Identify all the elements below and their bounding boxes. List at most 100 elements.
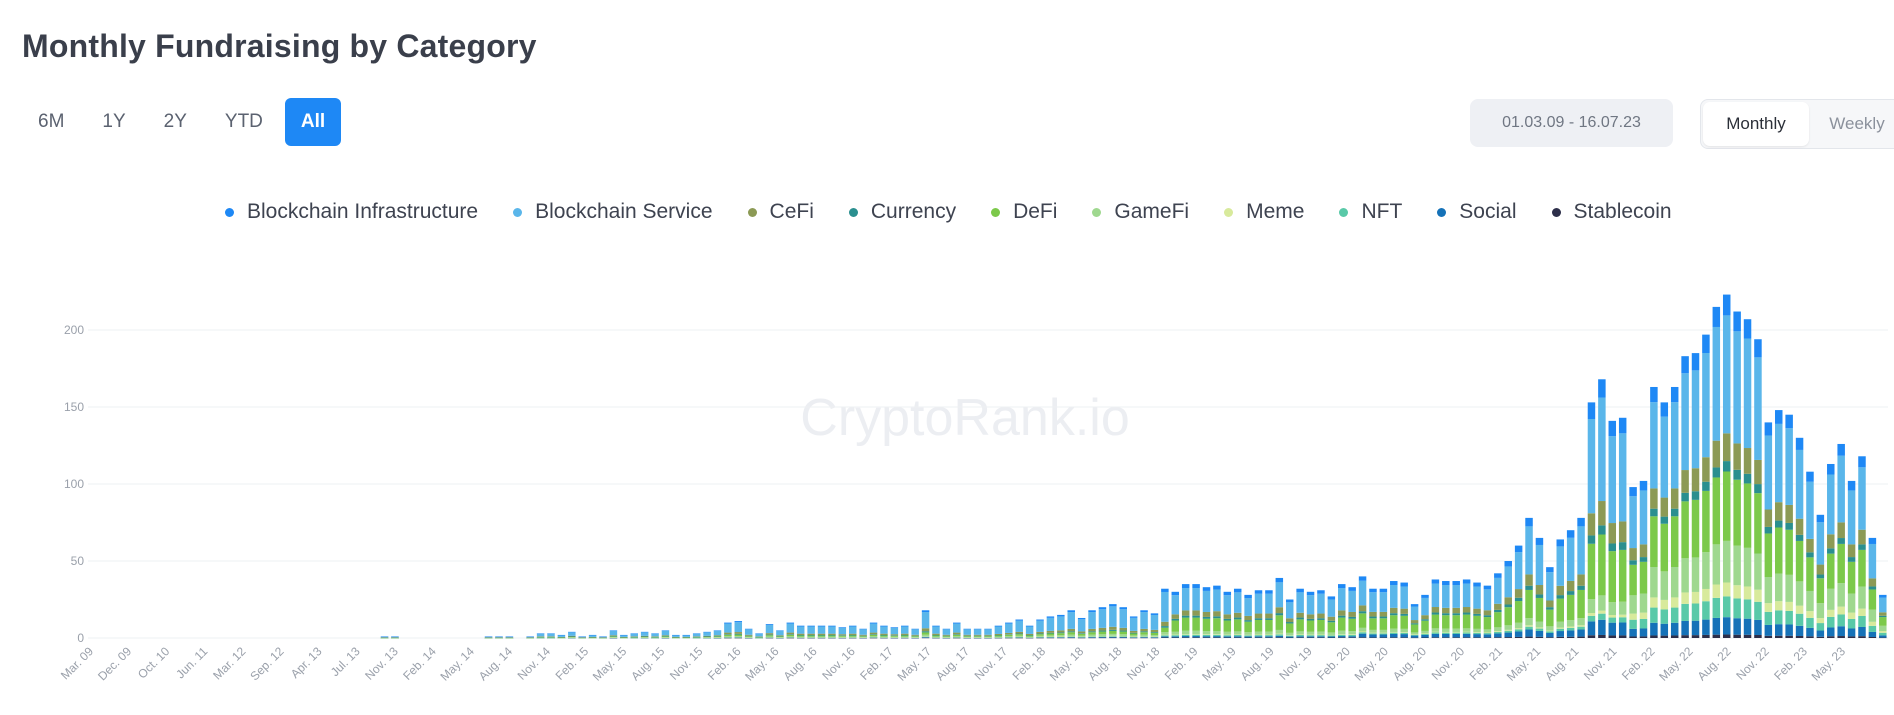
bar-stack[interactable] [817,625,826,639]
bar-stack[interactable] [869,622,878,639]
bar-stack[interactable] [1421,594,1429,638]
bar-stack[interactable] [1775,410,1783,638]
bar-stack[interactable] [880,625,888,639]
bar-stack[interactable] [1462,579,1471,638]
bar-stack[interactable] [932,625,940,639]
bar-stack[interactable] [599,636,607,639]
bar-stack[interactable] [1795,437,1804,638]
bar-stack[interactable] [859,628,867,639]
bar-stack[interactable] [1452,581,1460,638]
bar-stack[interactable] [609,630,618,639]
bar-stack[interactable] [1837,443,1845,638]
bar-stack[interactable] [578,636,586,639]
bar-stack[interactable] [536,633,545,639]
bar-stack[interactable] [1473,582,1481,638]
bar-stack[interactable] [838,627,847,639]
bar-stack[interactable] [557,634,566,639]
bar-stack[interactable] [1109,604,1117,639]
bar-stack[interactable] [1722,294,1731,638]
bar-stack[interactable] [1442,581,1450,638]
bar-stack[interactable] [807,625,815,639]
bar-stack[interactable] [1161,588,1169,638]
bar-stack[interactable] [1754,339,1762,638]
bar-stack[interactable] [1681,356,1689,638]
bar-stack[interactable] [796,625,805,639]
bar-stack[interactable] [1764,422,1773,638]
bar-stack[interactable] [1254,590,1263,638]
bar-stack[interactable] [713,630,722,639]
bar-stack[interactable] [1233,588,1242,638]
bar-stack[interactable] [1088,610,1096,639]
bar-stack[interactable] [1566,530,1575,638]
bar-stack[interactable] [1743,319,1752,638]
bar-stack[interactable] [1733,311,1741,638]
bar-stack[interactable] [890,627,899,639]
bar-stack[interactable] [953,622,961,639]
bar-stack[interactable] [1827,463,1835,638]
bar-stack[interactable] [1879,594,1887,639]
bar-stack[interactable] [1036,619,1044,639]
bar-stack[interactable] [547,633,555,639]
bar-stack[interactable] [1369,588,1377,638]
bar-stack[interactable] [703,631,711,639]
bar-stack[interactable] [1483,585,1492,638]
bar-stack[interactable] [1057,614,1065,639]
bar-stack[interactable] [901,625,909,639]
bar-stack[interactable] [973,628,982,639]
bar-stack[interactable] [828,625,836,639]
bar-stack[interactable] [1358,576,1367,638]
bar-stack[interactable] [1546,567,1554,638]
bar-stack[interactable] [1535,537,1544,638]
bar-stack[interactable] [1077,617,1086,639]
bar-stack[interactable] [1587,402,1596,638]
bar-stack[interactable] [1275,577,1284,638]
bar-stack[interactable] [984,628,992,639]
bar-stack[interactable] [1806,471,1814,638]
bar-stack[interactable] [682,634,691,639]
bar-stack[interactable] [1618,417,1627,638]
bar-stack[interactable] [391,636,399,639]
bar-stack[interactable] [1379,588,1388,638]
bar-stack[interactable] [776,630,784,639]
bar-stack[interactable] [921,610,930,639]
bar-stack[interactable] [380,636,389,639]
bar-stack[interactable] [1171,591,1180,638]
bar-stack[interactable] [1847,480,1856,638]
bar-stack[interactable] [1525,517,1533,638]
bar-stack[interactable] [1577,517,1585,638]
bar-stack[interactable] [1712,306,1721,638]
bar-stack[interactable] [1691,353,1700,638]
bar-stack[interactable] [1660,402,1669,638]
bar-stack[interactable] [505,636,514,639]
bar-stack[interactable] [640,631,649,639]
bar-stack[interactable] [1858,456,1866,638]
bar-stack[interactable] [1639,480,1648,638]
bar-stack[interactable] [1816,514,1825,638]
bar-stack[interactable] [1390,581,1398,638]
bar-stack[interactable] [848,625,857,639]
bar-stack[interactable] [786,622,795,639]
bar-stack[interactable] [724,622,732,639]
bar-stack[interactable] [1670,386,1679,638]
bar-stack[interactable] [1140,610,1148,639]
bar-stack[interactable] [1514,545,1523,638]
bar-stack[interactable] [1306,591,1315,638]
bar-stack[interactable] [1702,334,1710,638]
bar-stack[interactable] [755,633,763,639]
bar-stack[interactable] [963,628,971,639]
bar-stack[interactable] [1868,537,1877,638]
bar-stack[interactable] [1296,588,1304,638]
bar-stack[interactable] [661,630,670,639]
bar-stack[interactable] [526,636,534,639]
bar-stack[interactable] [568,631,576,639]
bar-stack[interactable] [1265,590,1273,638]
bar-stack[interactable] [1223,591,1232,638]
bar-stack[interactable] [1025,625,1034,639]
bar-stack[interactable] [994,625,1003,639]
bar-stack[interactable] [1400,582,1408,638]
bar-stack[interactable] [765,624,774,639]
bar-stack[interactable] [1150,613,1159,639]
bar-stack[interactable] [1005,622,1013,639]
bar-stack[interactable] [1338,584,1346,638]
bar-stack[interactable] [620,634,628,639]
